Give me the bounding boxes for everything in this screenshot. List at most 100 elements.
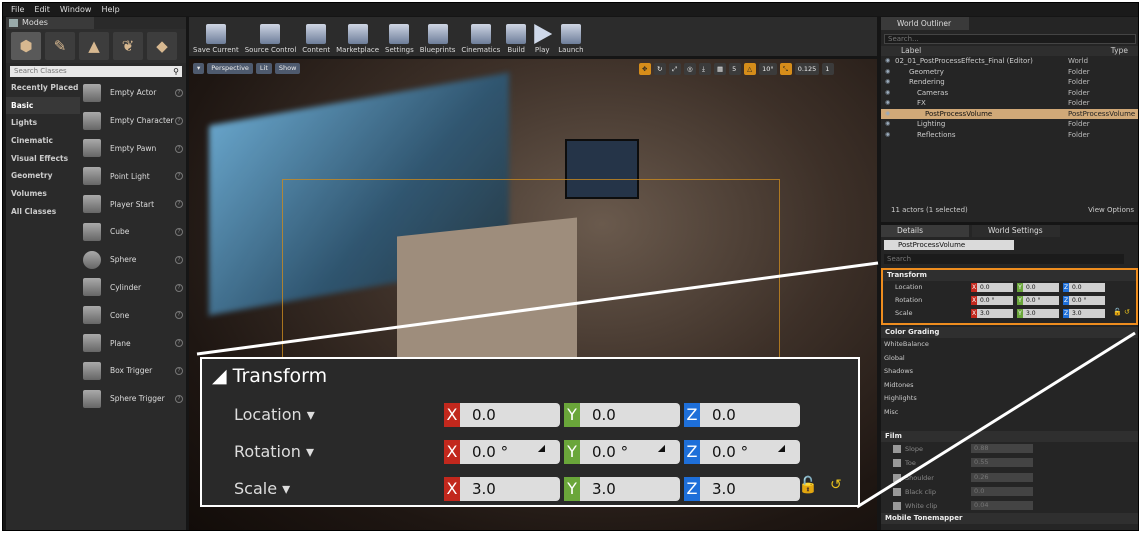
menu-edit[interactable]: Edit	[34, 5, 50, 14]
table-row[interactable]: ◉ Lighting Folder	[881, 119, 1138, 130]
table-row[interactable]: ◉ Reflections Folder	[881, 130, 1138, 141]
blueprints-button[interactable]: Blueprints	[420, 24, 455, 56]
location-y-field[interactable]: Y 0.0	[1017, 283, 1059, 292]
foliage-mode-icon[interactable]: ❦	[113, 32, 143, 60]
help-icon[interactable]: ?	[175, 89, 183, 97]
eye-icon[interactable]: ◉	[881, 119, 895, 130]
scale-y-field[interactable]: Y 3.0	[1017, 309, 1059, 318]
location-y-value[interactable]: 0.0	[1023, 283, 1059, 292]
rotation-y-value[interactable]: 0.0 °	[1023, 296, 1059, 305]
film-value[interactable]: 0.04	[971, 501, 1033, 511]
surface-snap-icon[interactable]: ⤓	[699, 63, 711, 75]
lock-icon[interactable]: 🔓	[1113, 308, 1122, 316]
help-icon[interactable]: ?	[175, 339, 183, 348]
scale-label[interactable]: Scale	[895, 309, 913, 317]
help-icon[interactable]: ?	[175, 311, 183, 320]
eye-icon[interactable]: ◉	[881, 77, 895, 88]
category-lights[interactable]: Lights	[6, 114, 80, 132]
scale-icon[interactable]: ⤢	[669, 63, 681, 75]
table-row[interactable]: ◉ Rendering Folder	[881, 77, 1138, 88]
content-button[interactable]: Content	[302, 24, 330, 56]
save-current-button[interactable]: Save Current	[193, 24, 239, 56]
reset-icon[interactable]: ↺	[1124, 308, 1130, 316]
help-icon[interactable]: ?	[175, 366, 183, 375]
world-icon[interactable]: ◎	[684, 63, 696, 75]
category-visual-effects[interactable]: Visual Effects	[6, 150, 80, 168]
scale-z-value[interactable]: 3.0	[1069, 309, 1105, 318]
scale-x-value[interactable]: 3.0	[977, 309, 1013, 318]
table-row[interactable]: ◉ Cameras Folder	[881, 88, 1138, 99]
location-z-value[interactable]: 0.0	[1069, 283, 1105, 292]
category-geometry[interactable]: Geometry	[6, 167, 80, 185]
help-icon[interactable]: ?	[175, 255, 183, 264]
help-icon[interactable]: ?	[175, 144, 183, 153]
film-heading[interactable]: Film	[881, 431, 1138, 442]
list-item[interactable]: Empty Actor?	[80, 79, 186, 107]
checkbox[interactable]	[893, 473, 901, 482]
list-item[interactable]: Box Trigger?	[80, 357, 186, 385]
grid-size-value[interactable]: 5	[729, 63, 742, 75]
menu-window[interactable]: Window	[60, 5, 92, 14]
menu-file[interactable]: File	[11, 5, 24, 14]
show-button[interactable]: Show	[274, 63, 301, 74]
view-options-button[interactable]: View Options	[1088, 206, 1134, 218]
translate-icon[interactable]: ✥	[639, 63, 651, 75]
help-icon[interactable]: ?	[175, 283, 183, 292]
menu-help[interactable]: Help	[101, 5, 119, 14]
play-button[interactable]: Play	[532, 24, 553, 56]
checkbox[interactable]	[893, 487, 901, 496]
category-volumes[interactable]: Volumes	[6, 185, 80, 203]
eye-icon[interactable]: ◉	[881, 88, 895, 99]
column-label[interactable]: Label	[901, 46, 921, 56]
cinematics-button[interactable]: Cinematics	[461, 24, 500, 56]
table-row-selected[interactable]: ◉ PostProcessVolume PostProcessVolume	[881, 108, 1138, 120]
tab-modes[interactable]: Modes	[6, 17, 94, 29]
list-item[interactable]: Cone?	[80, 301, 186, 329]
scale-y-value[interactable]: 3.0	[1023, 309, 1059, 318]
film-value[interactable]: 0.55	[971, 458, 1033, 468]
sub-whitebalance[interactable]: WhiteBalance	[881, 338, 969, 352]
launch-button[interactable]: Launch	[558, 24, 584, 56]
list-item[interactable]: Sphere?	[80, 246, 186, 274]
rotation-label[interactable]: Rotation	[895, 296, 922, 304]
list-item[interactable]: Sphere Trigger?	[80, 385, 186, 413]
rotation-z-field[interactable]: Z 0.0 °	[1063, 296, 1105, 305]
rotation-z-value[interactable]: 0.0 °	[1069, 296, 1105, 305]
help-icon[interactable]: ?	[175, 227, 183, 236]
table-row[interactable]: ◉ FX Folder	[881, 98, 1138, 109]
scale-snap-icon[interactable]: ⤡	[779, 63, 792, 75]
eye-icon[interactable]: ◉	[881, 67, 895, 78]
tab-details[interactable]: Details	[881, 225, 969, 237]
film-value[interactable]: 0.26	[971, 472, 1033, 482]
checkbox[interactable]	[893, 459, 901, 468]
location-x-field[interactable]: X 0.0	[971, 283, 1013, 292]
sub-highlights[interactable]: Highlights	[881, 392, 969, 406]
list-item[interactable]: Point Light?	[80, 162, 186, 190]
settings-button[interactable]: Settings	[385, 24, 414, 56]
build-button[interactable]: Build	[506, 24, 527, 56]
sub-midtones[interactable]: Midtones	[881, 378, 969, 392]
angle-snap-value[interactable]: 10°	[759, 63, 777, 75]
table-row[interactable]: ◉ 02_01_PostProcessEffects_Final (Editor)…	[881, 56, 1138, 67]
scale-snap-value[interactable]: 0.125	[794, 63, 820, 75]
actor-name-field[interactable]: PostProcessVolume	[884, 240, 1014, 250]
tab-world-outliner[interactable]: World Outliner	[881, 17, 969, 30]
category-all-classes[interactable]: All Classes	[6, 203, 80, 221]
film-value[interactable]: 0.88	[971, 444, 1033, 453]
eye-icon[interactable]: ◉	[881, 98, 895, 109]
mobile-tonemapper-heading[interactable]: Mobile Tonemapper	[881, 513, 1138, 525]
rotation-x-field[interactable]: X 0.0 °	[971, 296, 1013, 305]
tab-world-settings[interactable]: World Settings	[972, 225, 1060, 237]
help-icon[interactable]: ?	[175, 116, 183, 125]
eye-icon[interactable]: ◉	[881, 56, 895, 67]
category-cinematic[interactable]: Cinematic	[6, 132, 80, 150]
list-item[interactable]: Plane?	[80, 329, 186, 357]
rotation-y-field[interactable]: Y 0.0 °	[1017, 296, 1059, 305]
rotate-icon[interactable]: ↻	[654, 63, 666, 75]
details-search-input[interactable]: Search	[884, 254, 1124, 264]
column-type[interactable]: Type	[1111, 46, 1128, 56]
eye-icon[interactable]: ◉	[881, 109, 895, 120]
search-classes-input[interactable]: Search Classes ⚲	[10, 66, 182, 77]
color-grading-heading[interactable]: Color Grading	[881, 327, 1138, 338]
film-value[interactable]: 0.0	[971, 486, 1033, 496]
